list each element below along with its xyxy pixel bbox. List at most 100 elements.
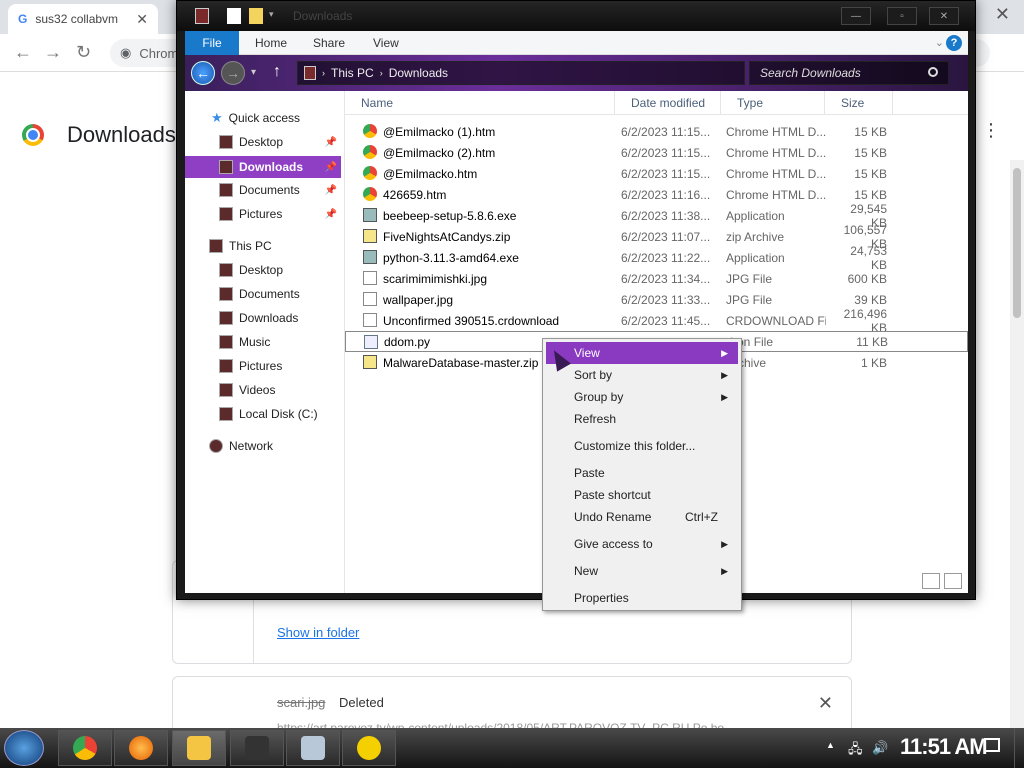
- nav-pc-videos[interactable]: Videos: [185, 379, 341, 401]
- nav-pc-local-disk[interactable]: Local Disk (C:): [185, 403, 341, 425]
- tab-file[interactable]: File: [185, 31, 239, 55]
- new-folder-icon[interactable]: [249, 8, 263, 24]
- tab-share[interactable]: Share: [299, 31, 359, 55]
- taskbar-firefox[interactable]: [114, 730, 168, 766]
- forward-arrow-icon[interactable]: →: [44, 42, 62, 63]
- menu-item-new[interactable]: New ▶: [546, 560, 738, 582]
- title-bar[interactable]: ▾ Downloads — ▫ ✕: [177, 1, 975, 31]
- taskbar-beebeep[interactable]: [342, 730, 396, 766]
- volume-icon[interactable]: 🔊: [872, 740, 888, 756]
- search-input[interactable]: Search Downloads: [749, 61, 949, 85]
- menu-item-paste[interactable]: Paste: [546, 462, 738, 484]
- file-row[interactable]: python-3.11.3-amd64.exe 6/2/2023 11:22...…: [345, 244, 968, 272]
- more-menu-icon[interactable]: ⋮: [982, 120, 1000, 141]
- close-window-icon[interactable]: ✕: [995, 4, 1010, 25]
- file-name: @Emilmacko.htm: [383, 166, 478, 181]
- clock[interactable]: 11:51 AM: [900, 734, 988, 760]
- file-type: Application: [726, 250, 785, 265]
- remove-download-icon[interactable]: ✕: [818, 693, 833, 714]
- column-date-modified[interactable]: Date modified: [615, 91, 721, 115]
- back-button[interactable]: ←: [191, 61, 215, 85]
- menu-item-sort-by[interactable]: Sort by ▶: [546, 364, 738, 386]
- search-icon[interactable]: [928, 67, 938, 77]
- menu-label: Sort by: [574, 368, 613, 382]
- tab-home[interactable]: Home: [241, 31, 301, 55]
- recent-locations-icon[interactable]: ▾: [251, 67, 256, 78]
- taskbar-chrome[interactable]: [58, 730, 112, 766]
- nav-pc-downloads[interactable]: Downloads: [185, 307, 341, 329]
- help-icon[interactable]: ?: [946, 35, 962, 51]
- page-scrollbar[interactable]: [1010, 160, 1024, 730]
- menu-label: Refresh: [574, 412, 617, 426]
- menu-item-refresh[interactable]: Refresh: [546, 408, 738, 430]
- menu-item-paste-shortcut[interactable]: Paste shortcut: [546, 484, 738, 506]
- breadcrumb-downloads[interactable]: Downloads: [389, 66, 448, 80]
- taskbar-app-monitor[interactable]: [286, 730, 340, 766]
- file-date: 6/2/2023 11:33...: [621, 292, 711, 307]
- tab-view[interactable]: View: [359, 31, 413, 55]
- file-row[interactable]: @Emilmacko.htm 6/2/2023 11:15... Chrome HT…: [345, 163, 968, 184]
- network-tray-icon[interactable]: 🖧: [848, 740, 863, 762]
- nav-qa-desktop[interactable]: Desktop 📌: [185, 131, 341, 153]
- menu-item-group-by[interactable]: Group by ▶: [546, 386, 738, 408]
- nav-qa-downloads[interactable]: Downloads 📌: [185, 156, 341, 178]
- menu-label: Paste shortcut: [574, 488, 651, 502]
- nav-pc-pictures[interactable]: Pictures: [185, 355, 341, 377]
- taskbar-app-dark[interactable]: [230, 730, 284, 766]
- deleted-file-name[interactable]: scari.jpg: [277, 695, 325, 710]
- details-view-icon[interactable]: [922, 573, 940, 589]
- figure-icon: [245, 736, 269, 760]
- scrollbar-thumb[interactable]: [1013, 168, 1021, 318]
- nav-label: Desktop: [239, 263, 284, 277]
- file-size: 15 KB: [854, 124, 887, 139]
- show-in-folder-link[interactable]: Show in folder: [277, 625, 359, 640]
- py-file-icon: [364, 335, 378, 349]
- large-icons-view-icon[interactable]: [944, 573, 962, 589]
- close-button[interactable]: ✕: [929, 7, 959, 25]
- properties-icon[interactable]: [227, 8, 241, 24]
- minimize-button[interactable]: —: [841, 7, 871, 25]
- column-size[interactable]: Size: [825, 91, 893, 115]
- nav-pc-desktop[interactable]: Desktop: [185, 259, 341, 281]
- menu-item-properties[interactable]: Properties: [546, 587, 738, 609]
- nav-pc-music[interactable]: Music: [185, 331, 341, 353]
- nav-quick-access[interactable]: ★ Quick access: [185, 107, 341, 129]
- file-row[interactable]: scarimimimishki.jpg 6/2/2023 11:34... JPG …: [345, 268, 968, 289]
- show-desktop-button[interactable]: [1014, 728, 1024, 768]
- chevron-right-icon[interactable]: ›: [322, 68, 325, 78]
- customize-toolbar-icon[interactable]: ▾: [269, 9, 274, 20]
- file-row[interactable]: @Emilmacko (1).htm 6/2/2023 11:15... Chrom…: [345, 121, 968, 142]
- column-type[interactable]: Type: [721, 91, 825, 115]
- google-icon: G: [18, 12, 28, 26]
- address-bar[interactable]: › This PC › Downloads: [297, 61, 745, 85]
- nav-qa-pictures[interactable]: Pictures 📌: [185, 203, 341, 225]
- chevron-right-icon[interactable]: ›: [380, 68, 383, 78]
- up-arrow-icon[interactable]: ↑: [273, 63, 281, 81]
- menu-item-undo-rename[interactable]: Undo Rename Ctrl+Z: [546, 506, 738, 528]
- column-name[interactable]: Name: [345, 91, 615, 115]
- file-row[interactable]: @Emilmacko (2).htm 6/2/2023 11:15... Chrom…: [345, 142, 968, 163]
- back-arrow-icon[interactable]: ←: [14, 42, 32, 63]
- close-tab-icon[interactable]: ✕: [136, 11, 148, 28]
- pin-icon: 📌: [324, 208, 337, 220]
- file-row[interactable]: Unconfirmed 390515.crdownload 6/2/2023 11…: [345, 307, 968, 335]
- nav-qa-documents[interactable]: Documents 📌: [185, 179, 341, 201]
- nav-pc-documents[interactable]: Documents: [185, 283, 341, 305]
- nav-network[interactable]: Network: [185, 435, 341, 457]
- menu-item-view[interactable]: View ▶: [546, 342, 738, 364]
- menu-item-customize[interactable]: Customize this folder...: [546, 435, 738, 457]
- expand-ribbon-icon[interactable]: ⌄: [935, 36, 944, 49]
- nav-this-pc[interactable]: This PC: [185, 235, 341, 257]
- show-hidden-icons[interactable]: ▲: [826, 740, 835, 750]
- maximize-button[interactable]: ▫: [887, 7, 917, 25]
- menu-item-give-access[interactable]: Give access to ▶: [546, 533, 738, 555]
- chrome-tab[interactable]: G sus32 collabvm ✕: [8, 4, 158, 34]
- reload-icon[interactable]: ↻: [76, 42, 91, 63]
- forward-button[interactable]: →: [221, 61, 245, 85]
- menu-label: New: [574, 564, 599, 578]
- taskbar-file-explorer[interactable]: [172, 730, 226, 766]
- start-button[interactable]: [4, 730, 44, 766]
- breadcrumb-this-pc[interactable]: This PC: [331, 66, 374, 80]
- documents-icon: [219, 183, 233, 197]
- notification-icon[interactable]: [984, 738, 1000, 752]
